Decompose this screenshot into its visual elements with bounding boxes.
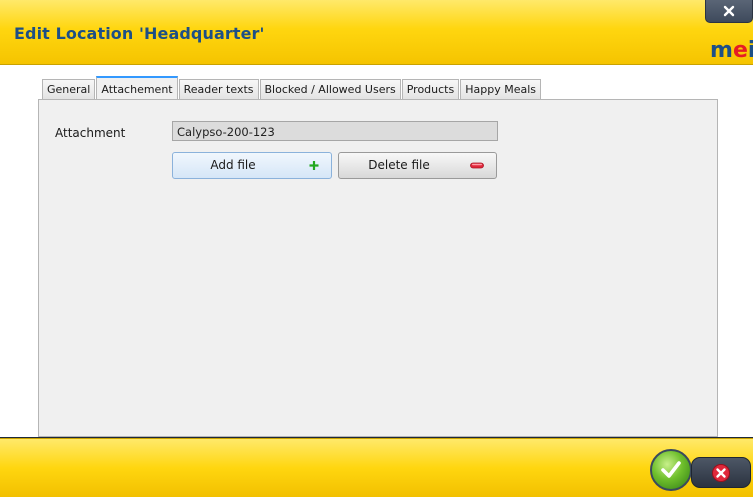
tab-attachement[interactable]: Attachement bbox=[96, 76, 178, 101]
title-bar: Edit Location 'Headquarter' mei bbox=[0, 0, 753, 65]
close-button[interactable] bbox=[705, 0, 753, 23]
attachment-label: Attachment bbox=[55, 126, 126, 140]
plus-icon bbox=[309, 153, 319, 187]
tab-happy-meals[interactable]: Happy Meals bbox=[460, 79, 542, 100]
attachement-panel: Attachment Calypso-200-123 Add file Dele… bbox=[38, 99, 718, 437]
close-icon bbox=[723, 5, 735, 17]
add-file-button[interactable]: Add file bbox=[172, 152, 332, 179]
edit-location-window: Edit Location 'Headquarter' mei General … bbox=[0, 0, 753, 497]
tab-products[interactable]: Products bbox=[401, 79, 460, 100]
x-icon bbox=[712, 463, 730, 482]
add-file-label: Add file bbox=[210, 158, 256, 172]
delete-file-label: Delete file bbox=[368, 158, 430, 172]
minus-icon bbox=[470, 153, 484, 187]
tab-reader-texts[interactable]: Reader texts bbox=[178, 79, 259, 100]
window-title: Edit Location 'Headquarter' bbox=[14, 24, 265, 43]
check-icon bbox=[661, 461, 681, 478]
tab-general[interactable]: General bbox=[42, 79, 96, 100]
mei-logo: mei bbox=[710, 38, 753, 63]
delete-file-button[interactable]: Delete file bbox=[338, 152, 497, 179]
ok-button[interactable] bbox=[650, 449, 692, 491]
attachment-field[interactable]: Calypso-200-123 bbox=[172, 121, 498, 141]
cancel-button[interactable] bbox=[691, 457, 751, 488]
tab-blocked-allowed-users[interactable]: Blocked / Allowed Users bbox=[259, 79, 401, 100]
footer-bar bbox=[0, 438, 753, 497]
tab-bar: General Attachement Reader texts Blocked… bbox=[42, 76, 542, 101]
dialog-content: General Attachement Reader texts Blocked… bbox=[0, 65, 753, 437]
